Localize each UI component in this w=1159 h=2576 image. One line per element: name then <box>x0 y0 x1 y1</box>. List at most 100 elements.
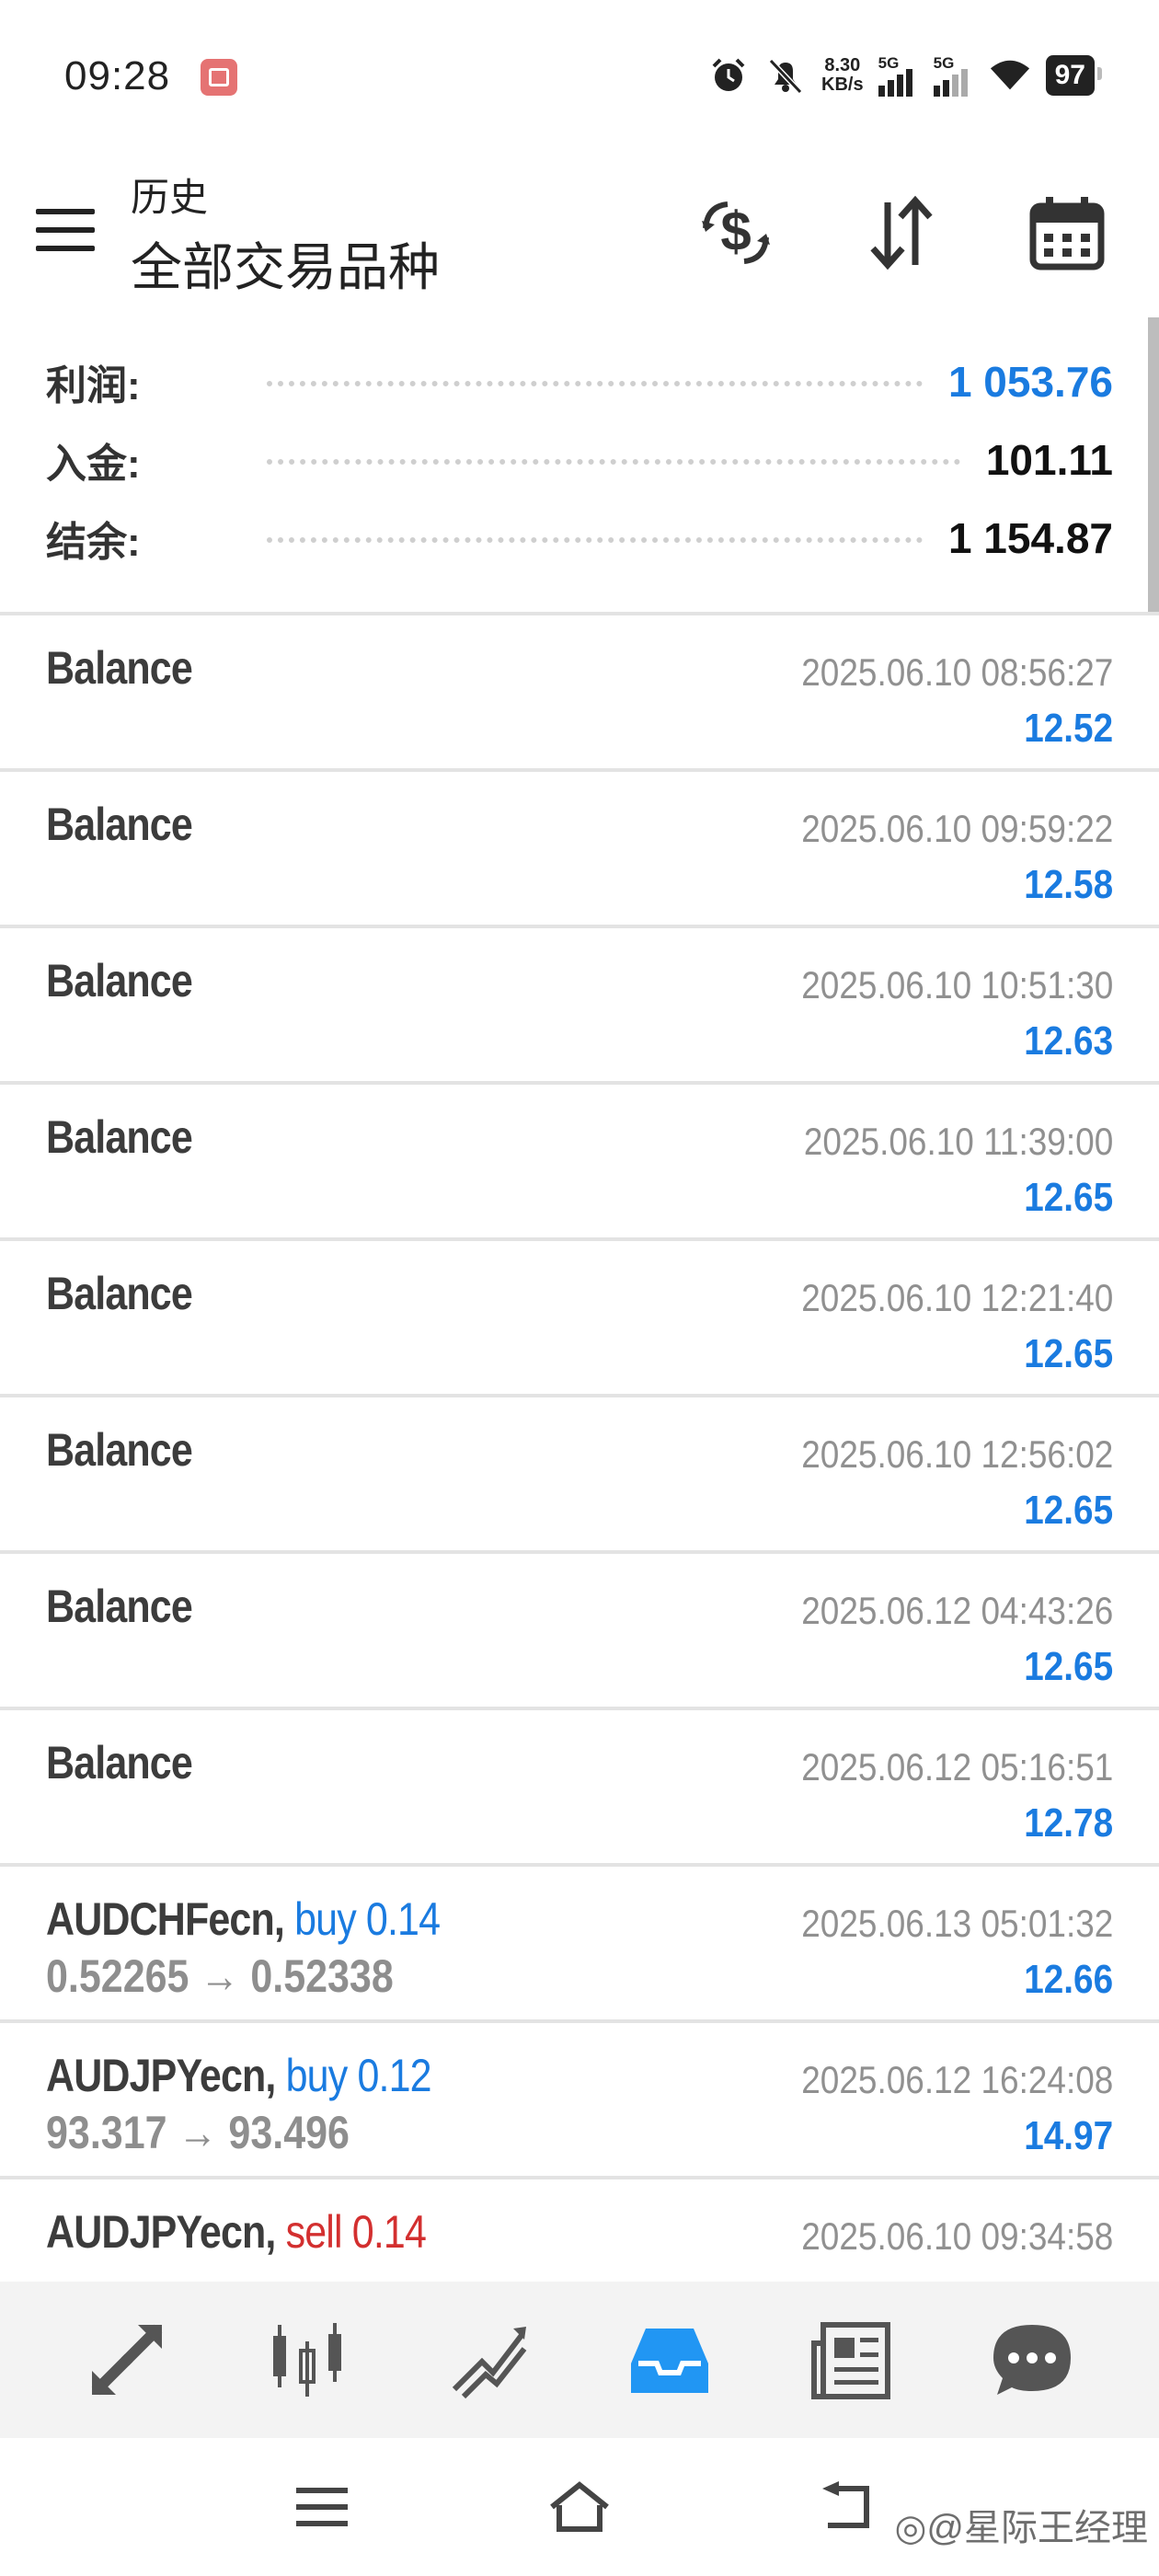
trade-side: sell 0.14 <box>285 2206 427 2258</box>
item-title: Balance <box>46 1581 193 1632</box>
item-amount: 12.65 <box>1024 1644 1113 1689</box>
item-date: 2025.06.12 16:24:08 <box>800 2058 1113 2101</box>
bottom-navigation <box>0 2282 1159 2438</box>
wifi-icon <box>989 54 1031 97</box>
item-title: Balance <box>46 642 193 694</box>
item-title: AUDJPYecn, buy 0.12 <box>46 2049 432 2102</box>
title-block: 历史 全部交易品种 <box>131 167 440 301</box>
home-icon[interactable] <box>543 2470 616 2544</box>
item-date: 2025.06.13 05:01:32 <box>800 1902 1113 1945</box>
messages-icon[interactable] <box>986 2314 1078 2406</box>
sort-icon[interactable] <box>855 187 947 279</box>
calendar-icon[interactable] <box>1021 187 1113 279</box>
item-prices: 0.52265 → 0.52338 <box>46 1950 394 2002</box>
item-amount: 12.52 <box>1024 706 1113 751</box>
list-item[interactable]: Balance 2025.06.10 12:21:40 12.65 <box>0 1237 1159 1394</box>
history-list: Balance 2025.06.10 08:56:27 12.52 Balanc… <box>0 612 1159 2332</box>
deposit-row: 入金: 101.11 <box>46 428 1113 492</box>
news-icon[interactable] <box>805 2314 897 2406</box>
battery-icon: 97 <box>1045 55 1103 96</box>
recent-apps-icon[interactable] <box>285 2470 359 2544</box>
history-icon[interactable] <box>624 2314 716 2406</box>
item-date: 2025.06.10 12:21:40 <box>800 1276 1113 1319</box>
dotted-leader <box>267 455 960 465</box>
notification-app-icon <box>201 59 237 96</box>
app-header: 历史 全部交易品种 $ <box>0 152 1159 313</box>
trade-side: buy 0.14 <box>294 1893 441 1945</box>
item-amount: 14.97 <box>1024 2113 1113 2158</box>
item-title: Balance <box>46 1737 193 1788</box>
symbol: AUDJPYecn, <box>46 2206 276 2258</box>
symbol: AUDCHFecn, <box>46 1893 285 1945</box>
item-amount: 12.65 <box>1024 1175 1113 1220</box>
signal-label: 5G <box>878 54 900 72</box>
item-title: Balance <box>46 1424 193 1476</box>
item-date: 2025.06.10 11:39:00 <box>803 1120 1113 1163</box>
list-item[interactable]: Balance 2025.06.10 11:39:00 12.65 <box>0 1081 1159 1237</box>
signal-label-2: 5G <box>933 54 955 72</box>
item-title: Balance <box>46 799 193 850</box>
mute-bell-icon <box>764 54 807 97</box>
status-time: 09:28 <box>64 53 171 98</box>
item-prices: 93.317 → 93.496 <box>46 2107 350 2158</box>
deposit-value: 101.11 <box>985 436 1113 484</box>
item-date: 2025.06.12 04:43:26 <box>800 1589 1113 1632</box>
list-item[interactable]: Balance 2025.06.10 10:51:30 12.63 <box>0 925 1159 1081</box>
speed-unit: KB/s <box>821 75 864 95</box>
header-actions: $ <box>690 187 1113 279</box>
trade-icon[interactable] <box>443 2314 535 2406</box>
item-title: Balance <box>46 955 193 1006</box>
signal-5g-icon-2: 5G <box>933 54 974 97</box>
item-date: 2025.06.12 05:16:51 <box>800 1745 1113 1788</box>
list-item[interactable]: Balance 2025.06.12 05:16:51 12.78 <box>0 1707 1159 1863</box>
speed-value: 8.30 <box>824 55 861 75</box>
item-amount: 12.65 <box>1024 1488 1113 1533</box>
network-speed: 8.30 KB/s <box>821 56 864 95</box>
item-date: 2025.06.10 12:56:02 <box>800 1432 1113 1476</box>
item-amount: 12.65 <box>1024 1331 1113 1376</box>
status-icons: 8.30 KB/s 5G 5G 97 <box>707 48 1103 103</box>
item-amount: 12.66 <box>1024 1957 1113 2002</box>
list-item[interactable]: AUDJPYecn, buy 0.12 93.317 → 93.496 2025… <box>0 2019 1159 2176</box>
trade-side: buy 0.12 <box>285 2050 432 2101</box>
status-bar: 09:28 8.30 KB/s 5G 5G 97 <box>0 0 1159 152</box>
menu-icon[interactable] <box>33 198 98 262</box>
symbol: AUDJPYecn, <box>46 2050 276 2101</box>
item-title: Balance <box>46 1111 193 1163</box>
profit-value: 1 053.76 <box>947 358 1113 406</box>
item-amount: 12.78 <box>1024 1800 1113 1846</box>
watermark: ◎@星际王经理 <box>894 2508 1148 2548</box>
svg-text:$: $ <box>720 201 751 262</box>
alarm-icon <box>707 54 750 97</box>
deposit-label: 入金: <box>46 442 141 487</box>
balance-value: 1 154.87 <box>947 514 1113 562</box>
currency-exchange-icon[interactable]: $ <box>690 187 782 279</box>
item-date: 2025.06.10 09:34:58 <box>800 2214 1113 2258</box>
chart-icon[interactable] <box>262 2314 354 2406</box>
summary-panel: 利润: 1 053.76 入金: 101.11 结余: 1 154.87 <box>0 350 1159 612</box>
dotted-leader <box>267 377 923 386</box>
profit-row: 利润: 1 053.76 <box>46 350 1113 414</box>
list-item[interactable]: Balance 2025.06.10 09:59:22 12.58 <box>0 768 1159 925</box>
page-subtitle: 历史 <box>131 176 209 219</box>
item-amount: 12.58 <box>1024 862 1113 907</box>
list-item[interactable]: Balance 2025.06.10 08:56:27 12.52 <box>0 612 1159 768</box>
dotted-leader <box>267 534 923 543</box>
item-date: 2025.06.10 10:51:30 <box>800 963 1113 1006</box>
balance-label: 结余: <box>46 520 141 565</box>
quotes-icon[interactable] <box>81 2314 173 2406</box>
back-icon[interactable] <box>809 2470 883 2544</box>
page-title[interactable]: 全部交易品种 <box>131 226 440 301</box>
list-item[interactable]: Balance 2025.06.10 12:56:02 12.65 <box>0 1394 1159 1550</box>
item-title: AUDCHFecn, buy 0.14 <box>46 1892 441 1946</box>
balance-row: 结余: 1 154.87 <box>46 506 1113 570</box>
list-item[interactable]: AUDCHFecn, buy 0.14 0.52265 → 0.52338 20… <box>0 1863 1159 2019</box>
item-date: 2025.06.10 08:56:27 <box>800 650 1113 694</box>
system-navigation-bar: ◎@星际王经理 <box>0 2438 1159 2576</box>
profit-label: 利润: <box>46 363 141 408</box>
item-title: AUDJPYecn, sell 0.14 <box>46 2205 427 2259</box>
item-amount: 12.63 <box>1024 1018 1113 1064</box>
item-date: 2025.06.10 09:59:22 <box>800 807 1113 850</box>
list-item[interactable]: Balance 2025.06.12 04:43:26 12.65 <box>0 1550 1159 1707</box>
signal-5g-icon: 5G <box>878 54 919 97</box>
